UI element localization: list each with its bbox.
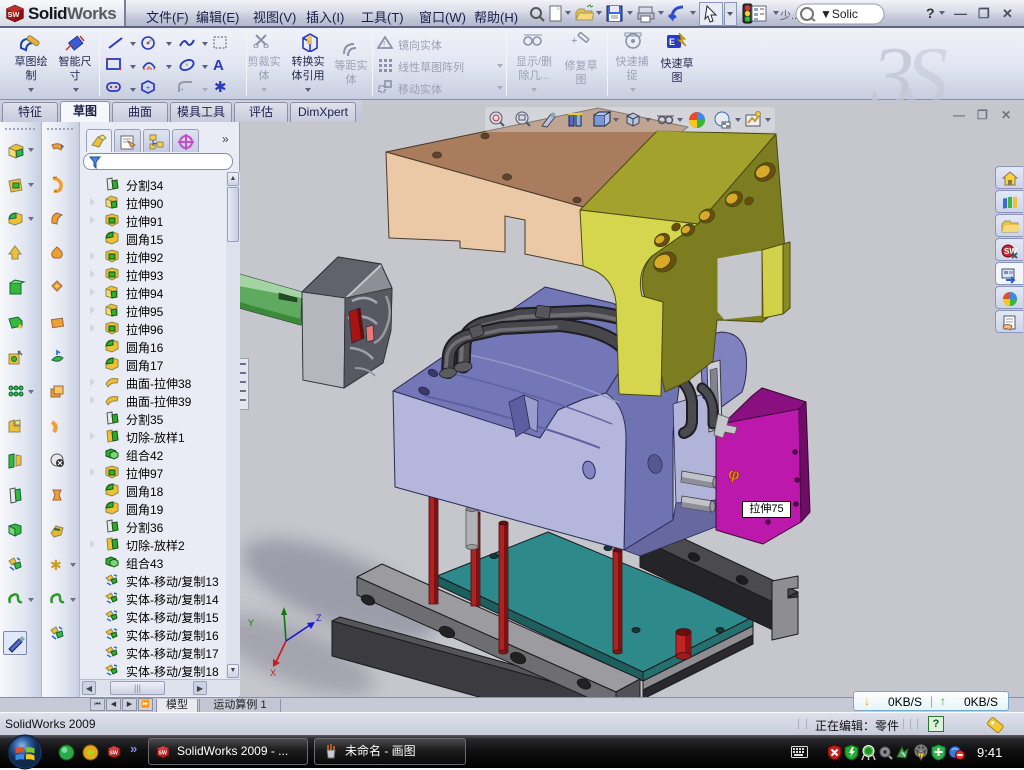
svg-text:SW: SW	[8, 10, 20, 19]
svg-text:A: A	[213, 57, 224, 73]
svg-text:✱: ✱	[214, 79, 227, 94]
svg-text:✱: ✱	[50, 557, 62, 573]
svg-text:+: +	[571, 35, 577, 47]
svg-text:+: +	[146, 85, 150, 92]
svg-text:SW: SW	[158, 751, 168, 757]
svg-text:Z: Z	[316, 613, 322, 623]
svg-text:!: !	[383, 40, 385, 49]
svg-text:X: X	[270, 668, 276, 678]
svg-text:SW: SW	[109, 751, 119, 757]
svg-text:+: +	[147, 65, 151, 72]
svg-text:E: E	[669, 37, 675, 47]
svg-text:+: +	[180, 87, 184, 94]
svg-text:Y: Y	[248, 618, 254, 628]
svg-text:×: ×	[185, 63, 189, 69]
